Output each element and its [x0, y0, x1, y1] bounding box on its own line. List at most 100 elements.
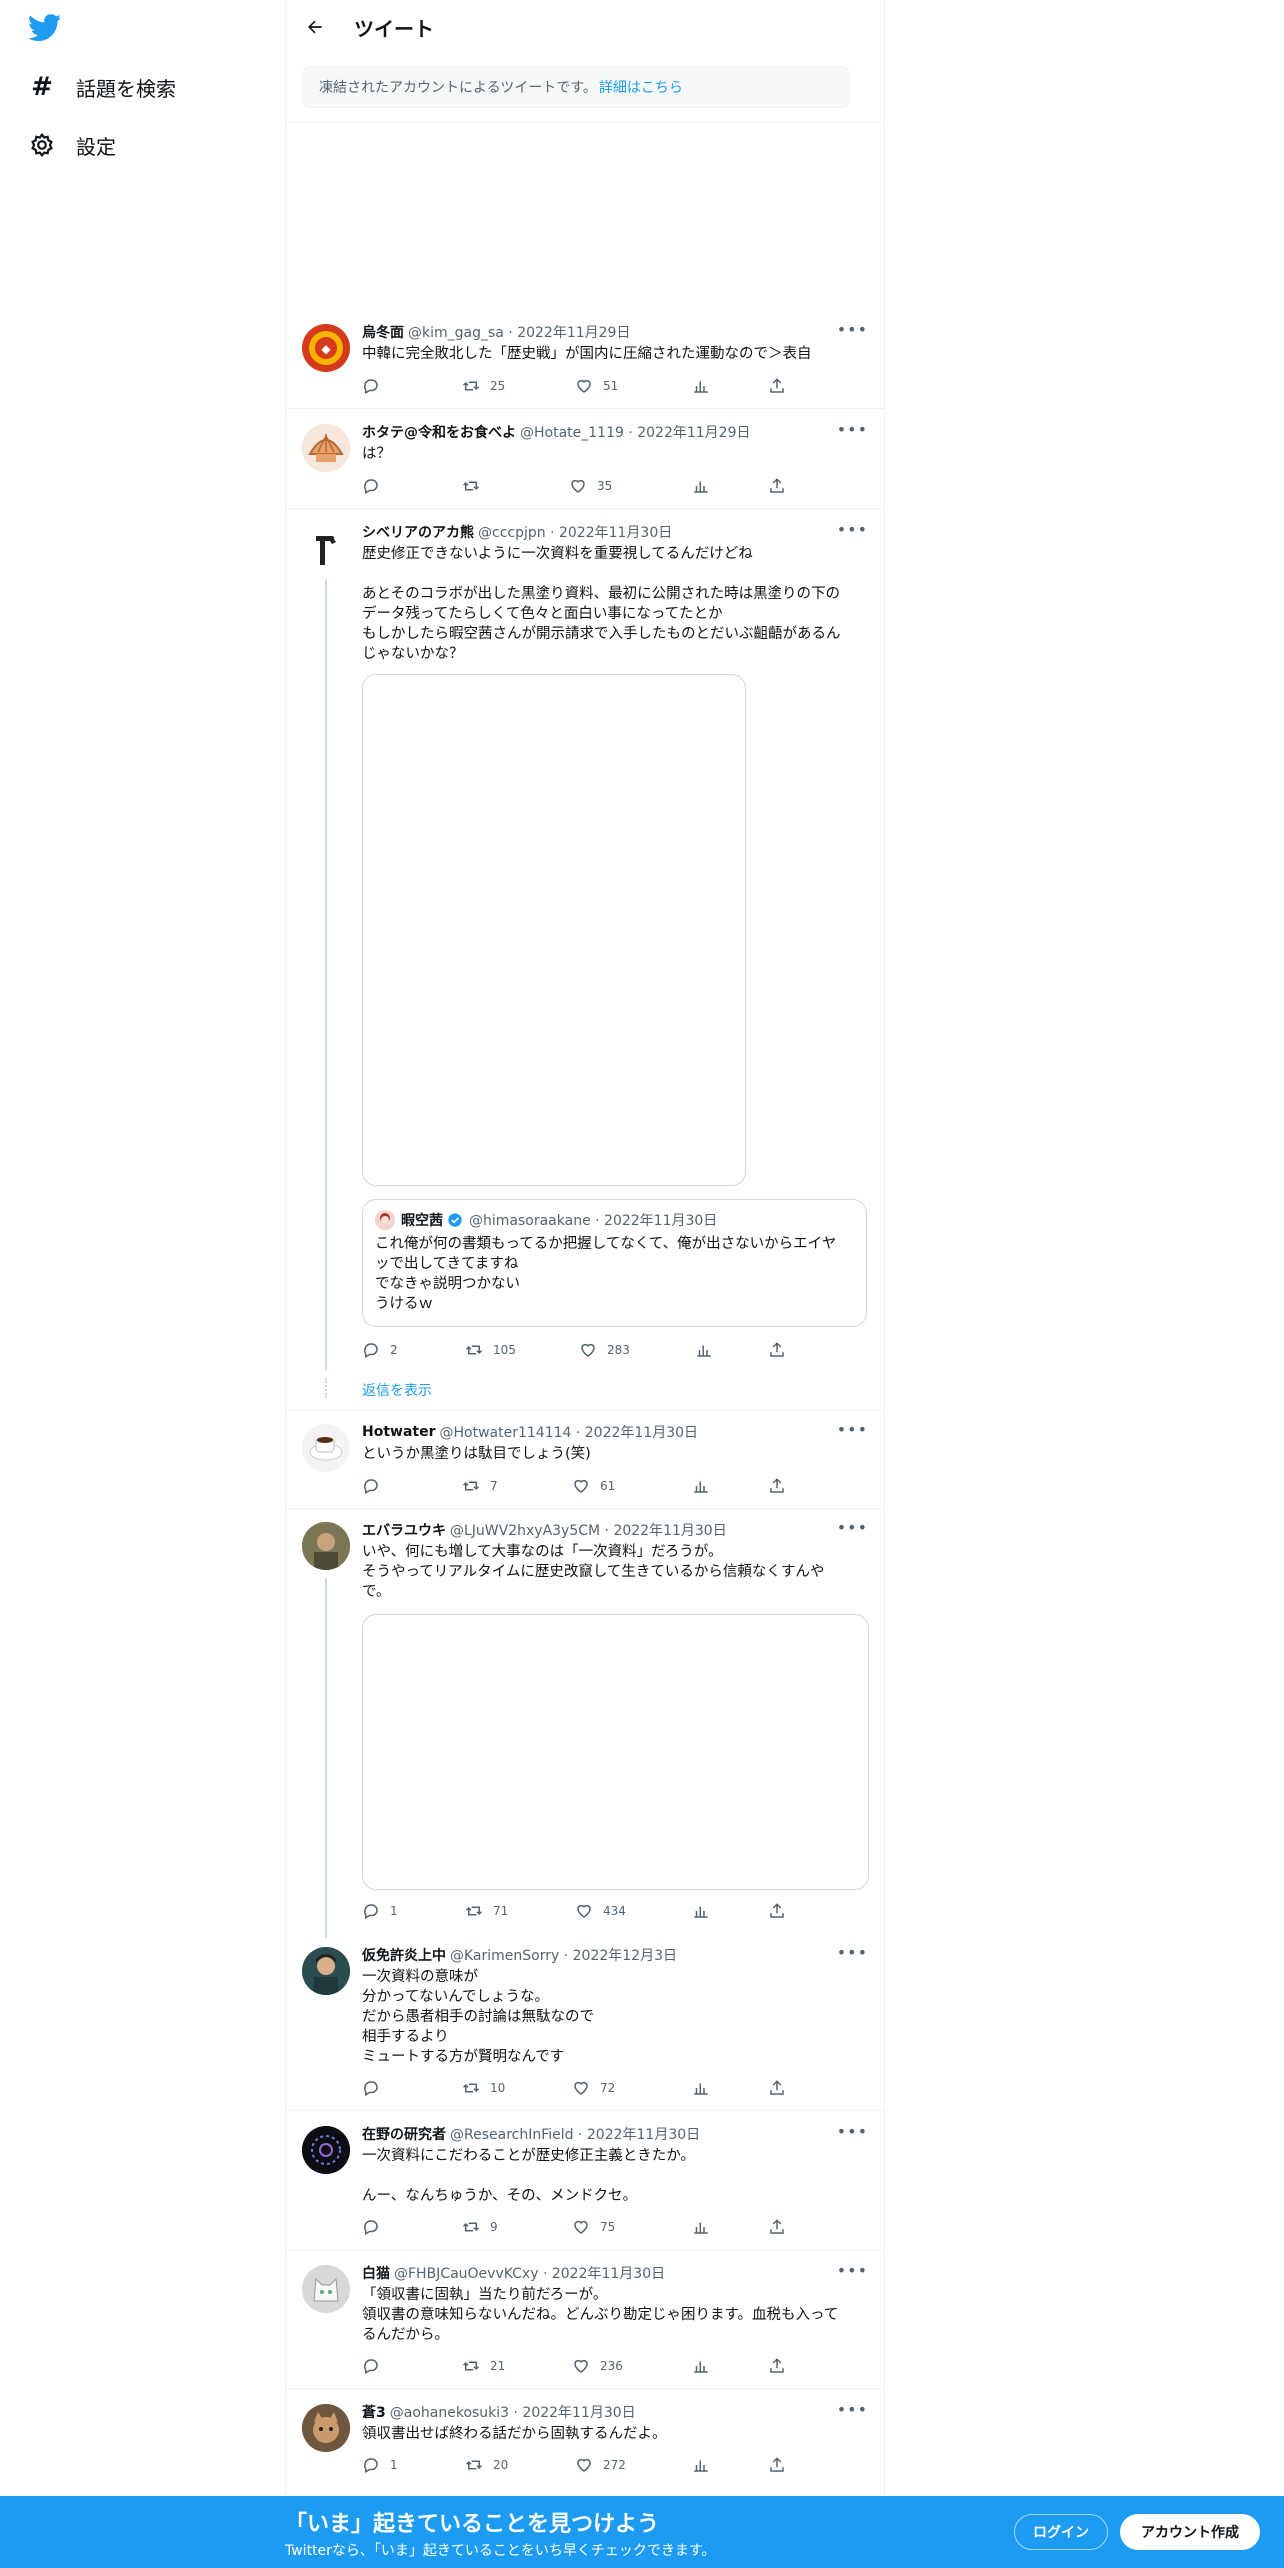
- signup-button[interactable]: アカウント作成: [1120, 2514, 1260, 2550]
- retweet-icon: [465, 1906, 483, 1916]
- share-icon[interactable]: [768, 1902, 786, 1920]
- display-name[interactable]: シベリアのアカ熊: [362, 522, 474, 542]
- sidebar-item-settings[interactable]: 設定: [28, 125, 116, 165]
- avatar[interactable]: [302, 2265, 350, 2313]
- reply-button[interactable]: [362, 2079, 390, 2097]
- back-arrow-icon[interactable]: [300, 12, 330, 42]
- share-icon[interactable]: [768, 1477, 786, 1495]
- display-name[interactable]: 在野の研究者: [362, 2124, 446, 2144]
- reply-button[interactable]: 2: [362, 1341, 398, 1359]
- display-name[interactable]: 仮免許炎上中: [362, 1945, 446, 1965]
- like-button[interactable]: 434: [575, 1902, 626, 1920]
- views-icon[interactable]: [692, 2357, 710, 2375]
- quoted-tweet[interactable]: 暇空茜 @himasoraakane · 2022年11月30日 これ俺が何の書…: [362, 1199, 867, 1327]
- views-icon[interactable]: [692, 377, 710, 395]
- more-options-icon[interactable]: •••: [837, 420, 868, 439]
- more-options-icon[interactable]: •••: [837, 1518, 868, 1537]
- reply-button[interactable]: 1: [362, 1902, 398, 1920]
- handle-date[interactable]: @FHBJCauOevvKCxy · 2022年11月30日: [394, 2263, 665, 2283]
- avatar[interactable]: [302, 524, 350, 572]
- retweet-button[interactable]: 7: [462, 1477, 498, 1495]
- tweet-text: いや、何にも増して大事なのは「一次資料」だろうが。 そうやってリアルタイムに歴史…: [362, 1544, 825, 1600]
- more-options-icon[interactable]: •••: [837, 1420, 868, 1439]
- like-button[interactable]: 75: [572, 2218, 615, 2236]
- views-icon[interactable]: [692, 2218, 710, 2236]
- avatar[interactable]: [302, 2404, 350, 2452]
- avatar[interactable]: [302, 1424, 350, 1472]
- avatar[interactable]: [302, 2126, 350, 2174]
- share-icon[interactable]: [768, 2218, 786, 2236]
- display-name[interactable]: 蒼3: [362, 2402, 386, 2422]
- avatar[interactable]: [375, 1210, 395, 1230]
- display-name[interactable]: エバラユウキ: [362, 1520, 446, 1540]
- tweet-text: 領収書出せば終わる話だから固執するんだよ。: [362, 2426, 667, 2442]
- reply-button[interactable]: [362, 1477, 390, 1495]
- like-button[interactable]: 236: [572, 2357, 623, 2375]
- more-options-icon[interactable]: •••: [837, 2122, 868, 2141]
- show-replies-link[interactable]: 返信を表示: [362, 1380, 432, 1400]
- tweet-image[interactable]: [362, 1614, 869, 1890]
- avatar[interactable]: ◆: [302, 324, 350, 372]
- display-name[interactable]: Hotwater: [362, 1424, 436, 1440]
- avatar[interactable]: [302, 424, 350, 472]
- login-button[interactable]: ログイン: [1014, 2514, 1108, 2550]
- retweet-button[interactable]: 105: [465, 1341, 516, 1359]
- like-button[interactable]: 61: [572, 1477, 615, 1495]
- like-button[interactable]: 272: [575, 2456, 626, 2474]
- share-icon[interactable]: [768, 2456, 786, 2474]
- share-icon[interactable]: [768, 1341, 786, 1359]
- more-options-icon[interactable]: •••: [837, 520, 868, 539]
- views-icon[interactable]: [692, 2079, 710, 2097]
- views-icon[interactable]: [695, 1341, 713, 1359]
- like-button[interactable]: 72: [572, 2079, 615, 2097]
- share-icon[interactable]: [768, 377, 786, 395]
- share-icon[interactable]: [768, 2079, 786, 2097]
- handle-date[interactable]: @cccpjpn · 2022年11月30日: [478, 522, 672, 542]
- retweet-button[interactable]: 21: [462, 2357, 505, 2375]
- learn-more-link[interactable]: 詳細はこちら: [599, 77, 683, 97]
- more-options-icon[interactable]: •••: [837, 1943, 868, 1962]
- display-name[interactable]: 暇空茜: [401, 1210, 443, 1230]
- more-options-icon[interactable]: •••: [837, 2400, 868, 2419]
- handle-date[interactable]: @Hotwater114114 · 2022年11月30日: [440, 1422, 699, 1442]
- views-icon[interactable]: [692, 2456, 710, 2474]
- retweet-button[interactable]: [462, 477, 490, 495]
- twitter-logo-icon[interactable]: [27, 14, 62, 42]
- handle-date[interactable]: @aohanekosuki3 · 2022年11月30日: [390, 2402, 636, 2422]
- share-icon[interactable]: [768, 2357, 786, 2375]
- reply-button[interactable]: [362, 477, 390, 495]
- handle-date[interactable]: @KarimenSorry · 2022年12月3日: [450, 1945, 677, 1965]
- reply-button[interactable]: 1: [362, 2456, 398, 2474]
- display-name[interactable]: ホタテ@令和をお食べよ: [362, 422, 516, 442]
- more-options-icon[interactable]: •••: [837, 2261, 868, 2280]
- display-name[interactable]: 烏冬面: [362, 322, 404, 342]
- retweet-button[interactable]: 71: [465, 1902, 508, 1920]
- sidebar-item-explore[interactable]: # 話題を検索: [28, 67, 176, 107]
- reply-button[interactable]: [362, 2357, 390, 2375]
- handle-date[interactable]: @kim_gag_sa · 2022年11月29日: [408, 322, 630, 342]
- reply-button[interactable]: [362, 377, 390, 395]
- views-icon[interactable]: [692, 1477, 710, 1495]
- retweet-button[interactable]: 10: [462, 2079, 505, 2097]
- display-name[interactable]: 白猫: [362, 2263, 390, 2283]
- avatar[interactable]: [302, 1522, 350, 1570]
- views-icon[interactable]: [692, 1902, 710, 1920]
- more-options-icon[interactable]: •••: [837, 320, 868, 339]
- tweet-actions: 10 72: [362, 2079, 792, 2099]
- heart-icon: [574, 2220, 588, 2234]
- handle-date[interactable]: @Hotate_1119 · 2022年11月29日: [520, 422, 751, 442]
- avatar[interactable]: [302, 1947, 350, 1995]
- sidebar: # 話題を検索 設定: [0, 0, 285, 2568]
- tweet-image[interactable]: [362, 674, 746, 1186]
- reply-button[interactable]: [362, 2218, 390, 2236]
- share-icon[interactable]: [768, 477, 786, 495]
- handle-date[interactable]: @ResearchInField · 2022年11月30日: [450, 2124, 700, 2144]
- like-button[interactable]: 35: [569, 477, 612, 495]
- views-icon[interactable]: [692, 477, 710, 495]
- retweet-button[interactable]: 25: [462, 377, 505, 395]
- like-button[interactable]: 51: [575, 377, 618, 395]
- like-button[interactable]: 283: [579, 1341, 630, 1359]
- retweet-button[interactable]: 20: [465, 2456, 508, 2474]
- retweet-button[interactable]: 9: [462, 2218, 498, 2236]
- handle-date[interactable]: @LJuWV2hxyA3y5CM · 2022年11月30日: [450, 1520, 727, 1540]
